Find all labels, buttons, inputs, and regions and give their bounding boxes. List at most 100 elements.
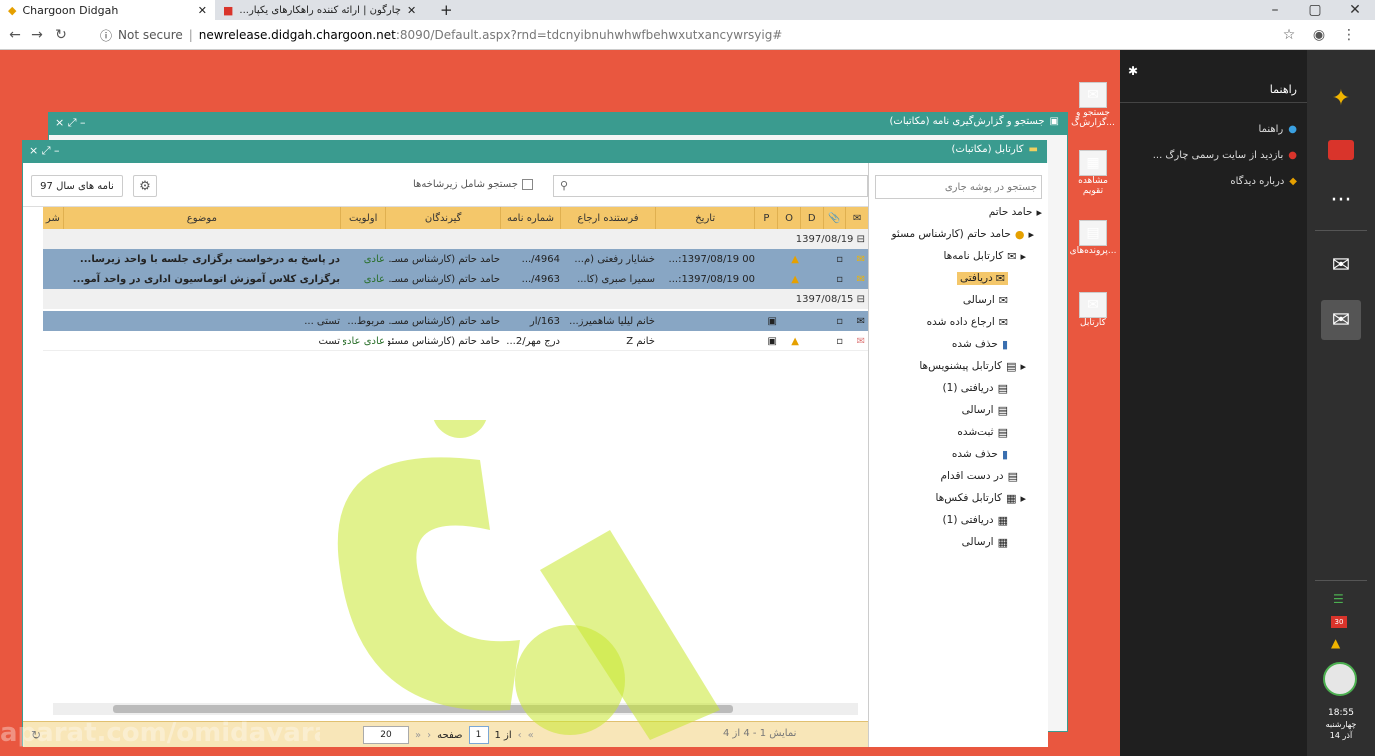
collapse-icon[interactable]: ⊟: [857, 294, 865, 305]
col-more[interactable]: شر: [43, 207, 63, 229]
table-row[interactable]: ✉ ▫ ▲ 00 1397/08/19:... سمیرا صبری (کا..…: [43, 269, 868, 289]
tree-item-fax[interactable]: ▸ ▦ کارتابل فکس‌ها: [869, 487, 1048, 509]
maximize-button[interactable]: ▢: [1295, 0, 1335, 20]
last-page-icon[interactable]: »: [415, 730, 421, 741]
col-p[interactable]: P: [754, 207, 777, 229]
tree-item-in-progress[interactable]: ▤ در دست اقدام: [869, 465, 1048, 487]
more-icon[interactable]: ···: [1321, 180, 1361, 220]
expand-icon[interactable]: ▸: [1020, 250, 1026, 263]
window-title-bar[interactable]: × ⤢ – ▣ جستجو و گزارش‌گیری نامه (مکاتبات): [49, 113, 1067, 135]
group-row[interactable]: ⊟ 1397/08/15: [43, 289, 868, 309]
desktop-icon-cartable[interactable]: ✉ کارتابل: [1073, 292, 1113, 328]
col-attachment-icon[interactable]: 📎: [822, 207, 846, 229]
tree-user[interactable]: ▸ ● حامد حاتم (کارشناس مسئو: [869, 223, 1048, 245]
collapse-icon[interactable]: ⊟: [857, 234, 865, 245]
notification-badge[interactable]: 30: [1331, 616, 1347, 628]
grid-search-input[interactable]: ⚲: [553, 175, 868, 197]
col-number[interactable]: شماره نامه: [499, 207, 560, 229]
close-tab-icon[interactable]: ✕: [407, 4, 416, 17]
tab-chargoon-didgah[interactable]: ◆ Chargoon Didgah ✕: [0, 0, 215, 20]
col-recipients[interactable]: گیرندگان: [385, 207, 499, 229]
drafts-icon: ▤: [1006, 359, 1017, 373]
expand-icon[interactable]: ▸: [1036, 206, 1042, 219]
briefcase-icon[interactable]: [1321, 130, 1361, 170]
desktop-icon-files[interactable]: ▤ پرونده‌های...: [1070, 220, 1116, 256]
settings-gear-icon[interactable]: ⚙: [133, 175, 157, 197]
tree-item-drafts-deleted[interactable]: ▮ حذف شده: [869, 443, 1048, 465]
cell-number: 163/ار: [529, 315, 560, 327]
expand-icon[interactable]: ▸: [1020, 360, 1026, 373]
window-controls[interactable]: × ⤢ –: [29, 144, 60, 158]
forward-icon[interactable]: →: [28, 26, 46, 44]
url-input[interactable]: ⓘ Not secure | newrelease.didgah.chargoo…: [100, 24, 1260, 46]
col-o[interactable]: O: [777, 207, 800, 229]
list-icon[interactable]: ☰: [1333, 592, 1344, 606]
doc-icon: ▫: [836, 253, 843, 265]
start-menu-item-site[interactable]: ● بازدید از سایت رسمی چارگ ...: [1153, 146, 1297, 164]
start-menu: ✱ راهنما ● راهنما ● بازدید از سایت رسمی …: [1120, 50, 1307, 756]
reload-icon[interactable]: ↻: [52, 26, 70, 44]
window-title-bar[interactable]: × ⤢ – ▬ کارتابل (مکاتبات): [23, 141, 1046, 163]
tree-item-letters[interactable]: ▸ ✉ کارتابل نامه‌ها: [869, 245, 1048, 267]
group-row[interactable]: ⊟ 1397/08/19: [43, 229, 868, 249]
expand-icon[interactable]: ▸: [1028, 228, 1034, 241]
tab-chargoon-site[interactable]: ■ چارگون | ارائه کننده راهکارهای یکپار..…: [215, 0, 435, 20]
tree-item-drafts-sent[interactable]: ▤ ارسالی: [869, 399, 1048, 421]
start-menu-item-help[interactable]: ● راهنما: [1259, 120, 1297, 138]
next-page-icon[interactable]: ›: [427, 730, 431, 741]
new-tab-button[interactable]: +: [440, 0, 453, 20]
page-number-input[interactable]: 1: [468, 726, 489, 744]
close-window-button[interactable]: ✕: [1335, 0, 1375, 20]
tree-root[interactable]: ▸ حامد حاتم: [869, 201, 1048, 223]
tree-item-fax-inbox[interactable]: ▦ دریافتی (1): [869, 509, 1048, 531]
expand-icon[interactable]: ▸: [1020, 492, 1026, 505]
profile-icon[interactable]: ◉: [1310, 26, 1328, 44]
tree-item-fax-sent[interactable]: ▦ ارسالی: [869, 531, 1048, 553]
search-mail-icon[interactable]: ✉: [1321, 245, 1361, 285]
desktop-icon-search-report[interactable]: ✉ جستجو و گزارش‌گ...: [1071, 82, 1115, 128]
folder-search-input[interactable]: جستجو در پوشه جاری: [875, 175, 1042, 199]
cell-subject: در پاسخ به درخواست برگزاری جلسه با واحد …: [79, 253, 340, 265]
cell-number: 4963/...: [521, 273, 560, 285]
close-tab-icon[interactable]: ✕: [198, 4, 207, 17]
first-page-icon[interactable]: «: [528, 730, 534, 741]
window-controls[interactable]: × ⤢ –: [55, 116, 86, 130]
col-mail-icon[interactable]: ✉: [845, 207, 868, 229]
cartable-icon[interactable]: ✉: [1321, 300, 1361, 340]
minimize-button[interactable]: –: [1255, 0, 1295, 20]
tree-item-registered[interactable]: ▤ ثبت‌شده: [869, 421, 1048, 443]
avatar[interactable]: [1323, 662, 1357, 696]
year-filter-button[interactable]: نامه های سال 97: [31, 175, 123, 197]
tree-item-sent[interactable]: ✉ ارسالی: [869, 289, 1048, 311]
col-date[interactable]: تاریخ: [654, 207, 755, 229]
col-d[interactable]: D: [799, 207, 823, 229]
col-priority[interactable]: اولویت: [340, 207, 385, 229]
didgah-logo-icon[interactable]: ✦: [1321, 78, 1361, 118]
table-row[interactable]: ✉ ▫ ▲ ▣ خانم Z درج مهر/2... حامد حاتم (ک…: [43, 331, 868, 351]
tree-item-referred[interactable]: ✉ ارجاع داده شده: [869, 311, 1048, 333]
include-subfolders-checkbox[interactable]: جستجو شامل زیرشاخه‌ها: [413, 179, 533, 190]
tree-item-deleted[interactable]: ▮ حذف شده: [869, 333, 1048, 355]
horizontal-scrollbar[interactable]: [53, 703, 858, 715]
cell-date: [658, 331, 758, 351]
cell-subject: تست: [318, 335, 340, 347]
tree-item-inbox[interactable]: ✉ دریافتی: [869, 267, 1048, 289]
page-size-select[interactable]: 20: [363, 726, 409, 744]
star-icon[interactable]: ☆: [1280, 26, 1298, 44]
bell-icon[interactable]: ▲: [1331, 636, 1340, 650]
table-row[interactable]: ✉ ▫ ▲ 00 1397/08/19:... خشایار رفعتی (م.…: [43, 249, 868, 269]
table-row[interactable]: ✉ ▫ ▣ خانم لیلیا شاهمیرز... 163/ار حامد …: [43, 311, 868, 331]
back-icon[interactable]: ←: [6, 26, 24, 44]
prev-page-icon[interactable]: ‹: [518, 730, 522, 741]
pin-icon[interactable]: ✱: [1128, 64, 1138, 78]
tree-item-drafts-inbox[interactable]: ▤ دریافتی (1): [869, 377, 1048, 399]
cartable-window: × ⤢ – ▬ کارتابل (مکاتبات) نامه های سال 97…: [22, 140, 1048, 747]
tree-item-drafts[interactable]: ▸ ▤ کارتابل پیشنویس‌ها: [869, 355, 1048, 377]
desktop-icon-calendar[interactable]: ▦ مشاهده تقویم: [1073, 150, 1113, 196]
start-menu-item-about[interactable]: ◆ درباره دیدگاه: [1230, 172, 1297, 190]
menu-icon[interactable]: ⋮: [1340, 26, 1358, 44]
info-icon: ⓘ: [100, 28, 113, 43]
scrollbar-thumb[interactable]: [113, 705, 733, 713]
col-subject[interactable]: موضوع: [62, 207, 340, 229]
col-sender[interactable]: فرستنده ارجاع: [560, 207, 655, 229]
